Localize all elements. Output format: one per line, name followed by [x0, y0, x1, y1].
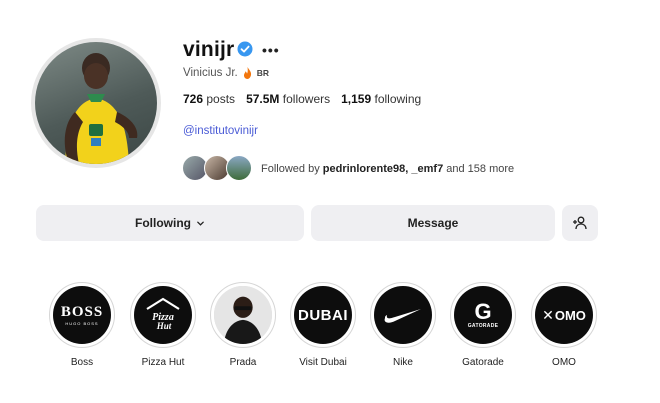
following-count[interactable]: 1,159 following	[341, 92, 421, 106]
country-badge: BR	[256, 68, 270, 78]
more-options-icon[interactable]: •••	[262, 42, 280, 58]
add-user-icon	[573, 216, 587, 230]
highlight-omo[interactable]: ✕ OMO OMO	[530, 282, 598, 368]
nike-swoosh-icon	[374, 286, 432, 344]
prada-photo-icon	[214, 286, 272, 344]
highlight-label: OMO	[552, 357, 576, 368]
highlight-label: Boss	[70, 357, 94, 368]
svg-text:Hut: Hut	[156, 321, 172, 331]
highlight-label: Visit Dubai	[299, 357, 347, 368]
add-user-button[interactable]	[562, 205, 598, 241]
highlight-boss[interactable]: BOSS HUGO BOSS Boss	[48, 282, 116, 368]
profile-avatar[interactable]	[31, 38, 161, 168]
message-button[interactable]: Message	[311, 205, 555, 241]
dubai-logo-icon: DUBAI	[294, 286, 352, 344]
avatar-photo	[35, 42, 157, 164]
boss-logo-icon: BOSS HUGO BOSS	[53, 286, 111, 344]
verified-badge-icon	[237, 41, 253, 57]
profile-username: vinijr	[183, 38, 235, 61]
highlight-nike[interactable]: Nike	[369, 282, 437, 368]
profile-fullname-row: Vinicius Jr. BR	[183, 67, 269, 79]
highlight-label: Pizza Hut	[141, 357, 185, 368]
highlight-label: Gatorade	[462, 357, 504, 368]
profile-fullname: Vinicius Jr.	[183, 67, 238, 79]
following-button[interactable]: Following	[36, 205, 304, 241]
followed-by-text[interactable]: Followed by pedrinlorente98, _emf7 and 1…	[261, 163, 514, 175]
pizza-hut-logo-icon: Pizza Hut	[134, 286, 192, 344]
mutual-follower-avatars[interactable]	[182, 155, 256, 181]
highlight-visit-dubai[interactable]: DUBAI Visit Dubai	[289, 282, 357, 368]
highlight-gatorade[interactable]: G GATORADE Gatorade	[449, 282, 517, 368]
bio-mention-link[interactable]: @institutovinijr	[183, 125, 258, 137]
posts-count: 726 posts	[183, 92, 236, 106]
following-button-label: Following	[135, 216, 191, 230]
highlight-label: Prada	[229, 357, 257, 368]
profile-stats: 726 posts 57.5M followers 1,159 followin…	[183, 92, 432, 106]
highlight-prada[interactable]: Prada	[209, 282, 277, 368]
gatorade-logo-icon: G GATORADE	[454, 286, 512, 344]
mutual-avatar	[226, 155, 252, 181]
highlight-label: Nike	[392, 357, 413, 368]
chevron-down-icon	[197, 221, 204, 226]
message-button-label: Message	[407, 216, 459, 230]
flame-icon	[243, 67, 251, 79]
omo-logo-icon: ✕ OMO	[535, 286, 593, 344]
followers-count[interactable]: 57.5M followers	[246, 92, 330, 106]
highlight-pizza-hut[interactable]: Pizza Hut Pizza Hut	[129, 282, 197, 368]
